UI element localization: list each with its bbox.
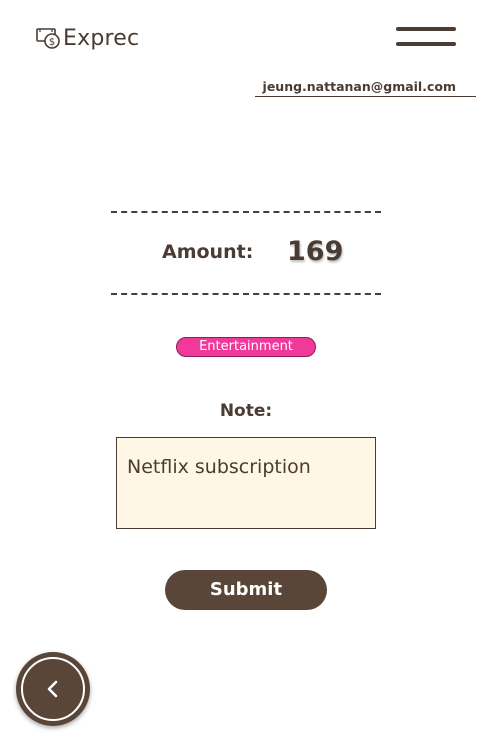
amount-label: Amount: (162, 241, 254, 263)
note-label: Note: (219, 401, 273, 421)
submit-button[interactable]: Submit (165, 570, 327, 610)
app-name: Exprec (63, 25, 140, 51)
chevron-left-icon (47, 680, 58, 698)
hamburger-menu-icon[interactable] (396, 26, 456, 50)
category-badge[interactable]: Entertainment (176, 337, 316, 357)
user-email: jeung.nattanan@gmail.com (255, 78, 476, 97)
amount-divider-top (111, 211, 381, 213)
money-cash-icon: $ (36, 26, 62, 50)
app-logo[interactable]: $ Exprec (36, 24, 139, 52)
svg-text:$: $ (49, 37, 55, 48)
menu-bar-top (396, 27, 456, 31)
amount-value: 169 (287, 236, 344, 267)
amount-divider-bottom (111, 293, 381, 295)
menu-bar-bottom (396, 42, 456, 46)
note-input[interactable]: Netflix subscription (116, 437, 376, 529)
back-button[interactable] (16, 652, 90, 726)
